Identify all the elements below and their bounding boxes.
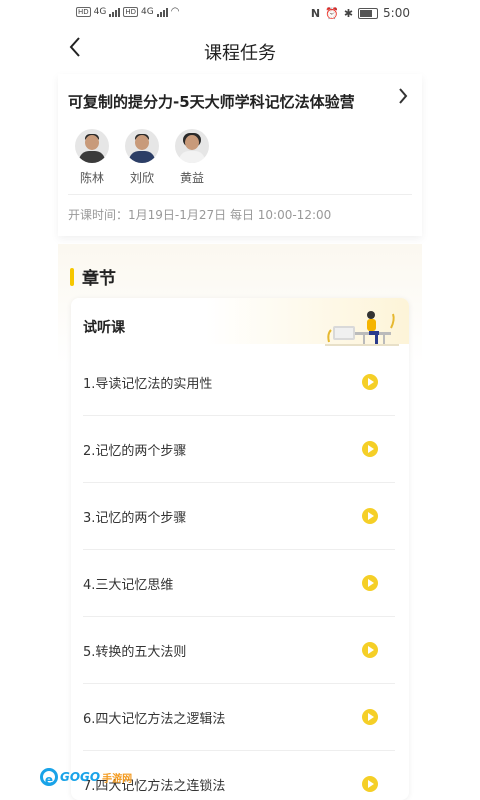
- play-icon[interactable]: [362, 776, 378, 792]
- study-illustration-icon: [325, 306, 399, 346]
- network-label: 4G: [93, 6, 107, 17]
- course-title: 可复制的提分力-5天大师学科记忆法体验营: [68, 93, 355, 111]
- lesson-label: 3.记忆的两个步骤: [83, 510, 187, 526]
- signal-icon: [109, 7, 121, 17]
- section-header: 试听课: [71, 298, 409, 346]
- avatar: [125, 129, 159, 163]
- play-icon[interactable]: [362, 441, 378, 457]
- section-card: 试听课 1.导读记忆法的实用性 2.记忆的两个步骤 3.记忆的两个步骤 4.三大…: [71, 298, 409, 800]
- teacher-item[interactable]: 黄益: [174, 129, 210, 186]
- lesson-item[interactable]: 2.记忆的两个步骤: [83, 416, 395, 483]
- teacher-item[interactable]: 刘欣: [124, 129, 160, 186]
- watermark-e-icon: e: [40, 768, 58, 787]
- bluetooth-icon: ✱: [343, 6, 354, 20]
- lesson-label: 4.三大记忆思维: [83, 577, 174, 593]
- status-bar: HD 4G HD 4G ◠ N ⏰ ✱ 5:00: [0, 0, 480, 28]
- battery-icon: [358, 7, 379, 19]
- hd-badge-2: HD: [123, 6, 139, 17]
- play-icon[interactable]: [362, 709, 378, 725]
- nfc-icon: N: [310, 6, 321, 20]
- hd-badge: HD: [76, 6, 91, 17]
- lesson-label: 1.导读记忆法的实用性: [83, 376, 213, 392]
- avatar: [175, 129, 209, 163]
- section-title: 试听课: [83, 320, 125, 336]
- teacher-name: 黄益: [179, 171, 204, 185]
- status-time: 5:00: [383, 6, 410, 20]
- lesson-label: 5.转换的五大法则: [83, 644, 187, 660]
- course-card[interactable]: 可复制的提分力-5天大师学科记忆法体验营 陈林 刘欣 黄益 开课时间：1月19日…: [58, 74, 422, 236]
- play-icon[interactable]: [362, 575, 378, 591]
- lesson-item[interactable]: 3.记忆的两个步骤: [83, 483, 395, 550]
- play-icon[interactable]: [362, 374, 378, 390]
- course-time: 开课时间：1月19日-1月27日 每日 10:00-12:00: [68, 208, 332, 222]
- lesson-item[interactable]: 6.四大记忆方法之逻辑法: [83, 684, 395, 751]
- lesson-list: 1.导读记忆法的实用性 2.记忆的两个步骤 3.记忆的两个步骤 4.三大记忆思维…: [83, 349, 395, 800]
- lesson-label: 2.记忆的两个步骤: [83, 443, 187, 459]
- status-right: N ⏰ ✱ 5:00: [311, 6, 410, 20]
- chapter-accent-bar: [70, 267, 74, 286]
- network-label-2: 4G: [141, 6, 154, 17]
- watermark-brand-2: 手游网: [102, 773, 133, 785]
- teacher-list: 陈林 刘欣 黄益: [74, 129, 210, 186]
- lesson-label: 6.四大记忆方法之逻辑法: [83, 711, 226, 727]
- watermark-brand: GOGO: [60, 770, 101, 784]
- lesson-item[interactable]: 1.导读记忆法的实用性: [83, 349, 395, 416]
- teacher-name: 刘欣: [129, 171, 154, 185]
- alarm-icon: ⏰: [325, 6, 339, 20]
- divider: [68, 194, 412, 195]
- page-title: 课程任务: [204, 43, 276, 64]
- teacher-item[interactable]: 陈林: [74, 129, 110, 186]
- lesson-item[interactable]: 5.转换的五大法则: [83, 617, 395, 684]
- chevron-right-icon[interactable]: [398, 86, 408, 111]
- avatar: [75, 129, 109, 163]
- chapter-header: 章节: [70, 264, 116, 289]
- play-icon[interactable]: [362, 508, 378, 524]
- nav-bar: 课程任务: [0, 28, 480, 74]
- wifi-icon: ◠: [170, 6, 180, 17]
- signal-icon-2: [156, 7, 168, 17]
- chapter-title: 章节: [82, 269, 116, 289]
- play-icon[interactable]: [362, 642, 378, 658]
- watermark-logo: e GOGO 手游网: [40, 768, 133, 787]
- status-left: HD 4G HD 4G ◠: [76, 6, 179, 17]
- teacher-name: 陈林: [79, 171, 104, 185]
- lesson-item[interactable]: 4.三大记忆思维: [83, 550, 395, 617]
